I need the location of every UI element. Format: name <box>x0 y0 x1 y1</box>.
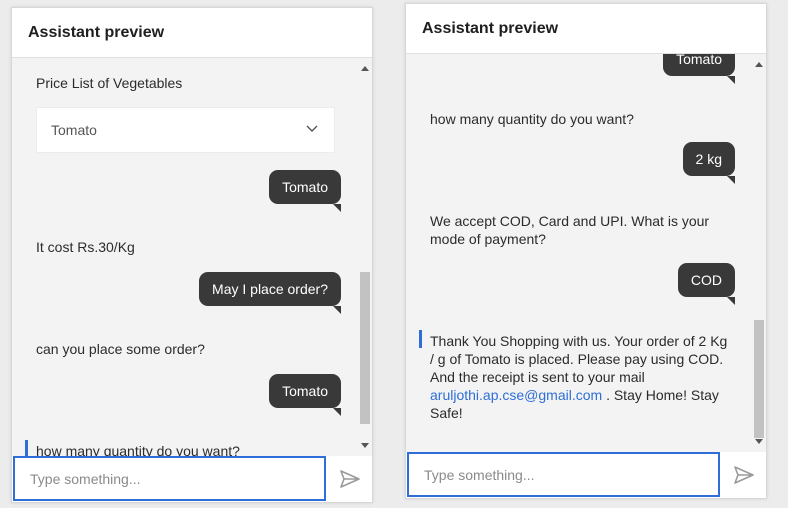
bot-message-payment: We accept COD, Card and UPI. What is you… <box>430 213 710 247</box>
user-message-text: Tomato <box>282 383 328 399</box>
assistant-preview-panel-left: Assistant preview Price List of Vegetabl… <box>11 7 373 503</box>
bubble-tail <box>727 297 735 305</box>
dropdown-selected-value: Tomato <box>51 122 97 138</box>
bubble-tail <box>333 306 341 314</box>
chevron-down-icon <box>306 125 318 132</box>
send-icon[interactable] <box>732 463 756 487</box>
bot-message-cost: It cost Rs.30/Kg <box>36 239 135 255</box>
confirmation-text: Thank You Shopping with us. Your order o… <box>430 333 728 385</box>
user-message: COD <box>677 263 735 305</box>
bot-message-indicator <box>419 330 422 348</box>
email-link[interactable]: aruljothi.ap.cse@gmail.com <box>430 387 602 403</box>
scrollbar[interactable] <box>752 54 766 452</box>
send-icon[interactable] <box>338 467 362 491</box>
user-message-text: Tomato <box>282 179 328 195</box>
user-message: Tomato <box>269 374 341 416</box>
bubble-tail <box>727 76 735 84</box>
scroll-up-arrow-icon[interactable] <box>361 66 369 71</box>
message-input-box[interactable] <box>407 452 720 497</box>
bot-message-indicator <box>25 440 28 456</box>
user-message-text: 2 kg <box>695 151 722 167</box>
user-message: Tomato <box>663 54 735 84</box>
scroll-up-arrow-icon[interactable] <box>755 62 763 67</box>
header-title: Assistant preview <box>422 20 559 37</box>
message-input[interactable] <box>15 458 324 499</box>
bubble-tail <box>727 176 735 184</box>
user-message-text: Tomato <box>676 54 722 67</box>
header-title: Assistant preview <box>28 24 165 41</box>
panel-header: Assistant preview <box>12 8 372 58</box>
scrollbar-thumb[interactable] <box>360 272 370 424</box>
user-message-text: COD <box>690 272 722 288</box>
bot-message-price-list: Price List of Vegetables <box>36 75 183 91</box>
user-message-text: May I place order? <box>212 281 328 297</box>
bot-message-place-order: can you place some order? <box>36 341 205 357</box>
vegetable-dropdown[interactable]: Tomato <box>36 107 335 153</box>
scroll-down-arrow-icon[interactable] <box>755 439 763 444</box>
message-input-box[interactable] <box>13 456 326 501</box>
bot-message-quantity: how many quantity do you want? <box>430 111 634 127</box>
message-input[interactable] <box>409 454 718 495</box>
scrollbar[interactable] <box>358 58 372 456</box>
panel-header: Assistant preview <box>406 4 766 54</box>
bot-message-quantity: how many quantity do you want? <box>36 443 240 456</box>
bubble-tail <box>333 204 341 212</box>
message-list: Price List of Vegetables Tomato Tomato I… <box>12 58 358 456</box>
message-input-bar <box>406 452 766 498</box>
user-message: May I place order? <box>199 272 341 314</box>
bubble-tail <box>333 408 341 416</box>
message-input-bar <box>12 456 372 502</box>
message-list: Tomato how many quantity do you want? 2 … <box>406 54 752 452</box>
bot-message-confirmation: Thank You Shopping with us. Your order o… <box>430 332 730 422</box>
scrollbar-thumb[interactable] <box>754 320 764 438</box>
user-message: Tomato <box>269 170 341 212</box>
user-message: 2 kg <box>682 142 735 184</box>
assistant-preview-panel-right: Assistant preview Tomato how many quanti… <box>405 3 767 499</box>
scroll-down-arrow-icon[interactable] <box>361 443 369 448</box>
